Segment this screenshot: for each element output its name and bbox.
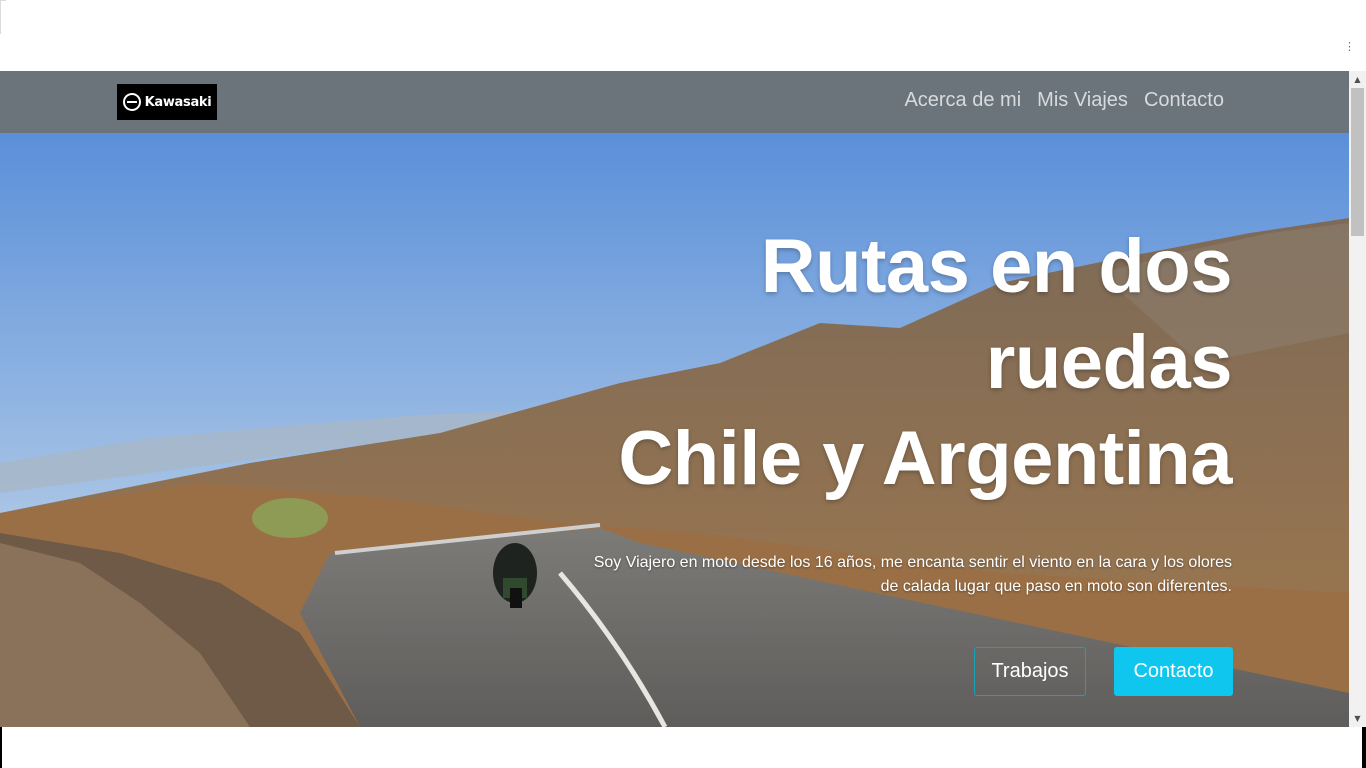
window-edge (1362, 727, 1366, 768)
logo-text: Kawasaki (144, 94, 212, 110)
browser-tab-edge (0, 0, 6, 34)
kebab-menu-icon[interactable]: ⋮ (1344, 41, 1355, 59)
nav-link-contacto[interactable]: Contacto (1144, 89, 1224, 112)
next-section (0, 727, 1366, 768)
logo[interactable]: Kawasaki (117, 84, 217, 120)
browser-chrome: ⋮ (0, 0, 1366, 71)
contacto-button[interactable]: Contacto (1114, 647, 1233, 696)
trabajos-button[interactable]: Trabajos (974, 647, 1086, 696)
hero-subtitle: Soy Viajero en moto desde los 16 años, m… (593, 554, 1232, 595)
hero-heading: Rutas en dos ruedas Chile y Argentina (512, 219, 1232, 507)
nav-link-viajes[interactable]: Mis Viajes (1037, 89, 1128, 112)
hero-title-line-2: ruedas (985, 320, 1233, 405)
nav-links: Acerca de mi Mis Viajes Contacto (904, 89, 1224, 112)
vertical-scrollbar[interactable]: ▲ ▼ (1349, 71, 1366, 727)
scroll-down-arrow-icon[interactable]: ▼ (1349, 710, 1366, 727)
nav-link-acerca[interactable]: Acerca de mi (904, 89, 1021, 112)
hero-title-line-1: Rutas en dos (760, 224, 1233, 309)
scroll-thumb[interactable] (1351, 88, 1364, 236)
hero-title-line-3: Chile y Argentina (618, 416, 1232, 501)
hero-section: Rutas en dos ruedas Chile y Argentina So… (0, 133, 1349, 727)
kawasaki-logo-icon (122, 93, 141, 111)
page-viewport: Kawasaki Acerca de mi Mis Viajes Contact… (0, 71, 1349, 727)
navbar: Kawasaki Acerca de mi Mis Viajes Contact… (0, 71, 1349, 133)
scroll-up-arrow-icon[interactable]: ▲ (1349, 71, 1366, 88)
